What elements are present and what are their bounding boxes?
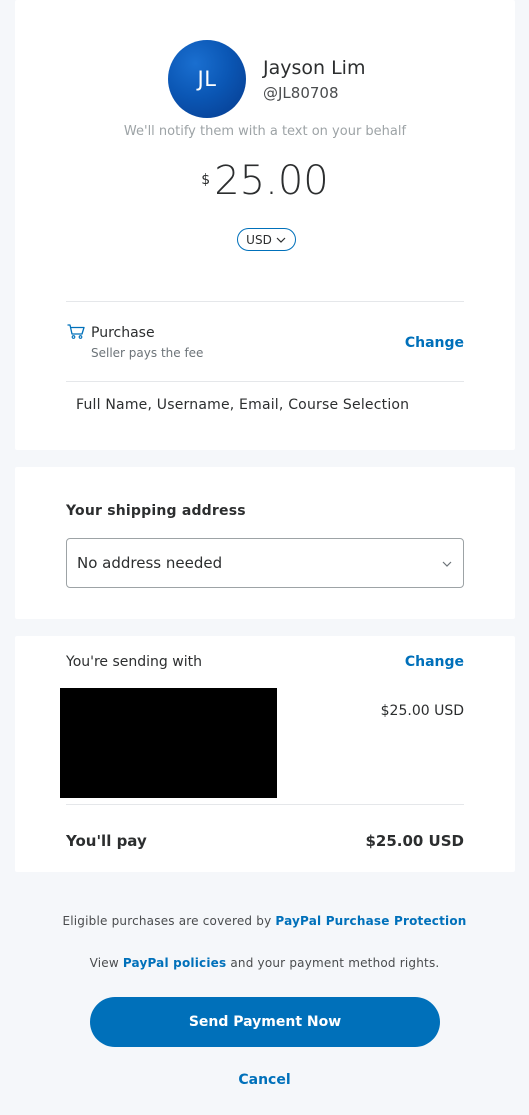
avatar-initials: JL xyxy=(197,67,217,91)
funding-amount: $25.00 USD xyxy=(380,703,464,719)
policies-prefix: View xyxy=(89,956,123,970)
funding-card: You're sending with Change $25.00 USD Yo… xyxy=(15,636,515,872)
recipient-name: Jayson Lim xyxy=(263,57,366,79)
policies-suffix: and your payment method rights. xyxy=(226,956,440,970)
amount-display: $25.00 xyxy=(15,158,515,204)
chevron-down-icon xyxy=(276,237,286,243)
total-amount: $25.00 USD xyxy=(365,832,464,850)
recipient-card: JL Jayson Lim @JL80708 We'll notify them… xyxy=(15,0,515,450)
payment-note: Full Name, Username, Email, Course Selec… xyxy=(76,397,410,413)
cart-icon xyxy=(67,324,85,339)
change-funding-link[interactable]: Change xyxy=(405,654,464,670)
avatar: JL xyxy=(168,40,246,118)
currency-symbol: $ xyxy=(201,172,211,188)
paypal-policies-link[interactable]: PayPal policies xyxy=(123,956,226,970)
change-purchase-type-link[interactable]: Change xyxy=(405,335,464,351)
redacted-funding-source xyxy=(60,688,277,798)
policies-text: View PayPal policies and your payment me… xyxy=(0,956,529,970)
shipping-address-label: Your shipping address xyxy=(66,503,246,519)
notify-text: We'll notify them with a text on your be… xyxy=(123,124,407,139)
shipping-address-select[interactable]: No address needed xyxy=(66,538,464,588)
protection-prefix: Eligible purchases are covered by xyxy=(62,914,276,928)
cancel-link[interactable]: Cancel xyxy=(0,1072,529,1088)
divider xyxy=(66,381,464,382)
purchase-type: Purchase xyxy=(91,325,155,341)
purchase-protection-text: Eligible purchases are covered by PayPal… xyxy=(0,914,529,928)
fee-text: Seller pays the fee xyxy=(91,346,204,360)
shipping-address-value: No address needed xyxy=(77,554,223,572)
amount-value: 25.00 xyxy=(214,158,329,204)
shipping-card: Your shipping address No address needed xyxy=(15,467,515,619)
currency-selector[interactable]: USD xyxy=(237,228,296,251)
purchase-protection-link[interactable]: PayPal Purchase Protection xyxy=(275,914,466,928)
sending-with-label: You're sending with xyxy=(66,654,202,670)
send-payment-button[interactable]: Send Payment Now xyxy=(90,997,440,1047)
total-label: You'll pay xyxy=(66,832,147,850)
divider xyxy=(66,804,464,805)
recipient-handle: @JL80708 xyxy=(263,84,339,102)
currency-code: USD xyxy=(246,232,272,247)
divider xyxy=(66,301,464,302)
chevron-down-icon xyxy=(442,561,452,567)
